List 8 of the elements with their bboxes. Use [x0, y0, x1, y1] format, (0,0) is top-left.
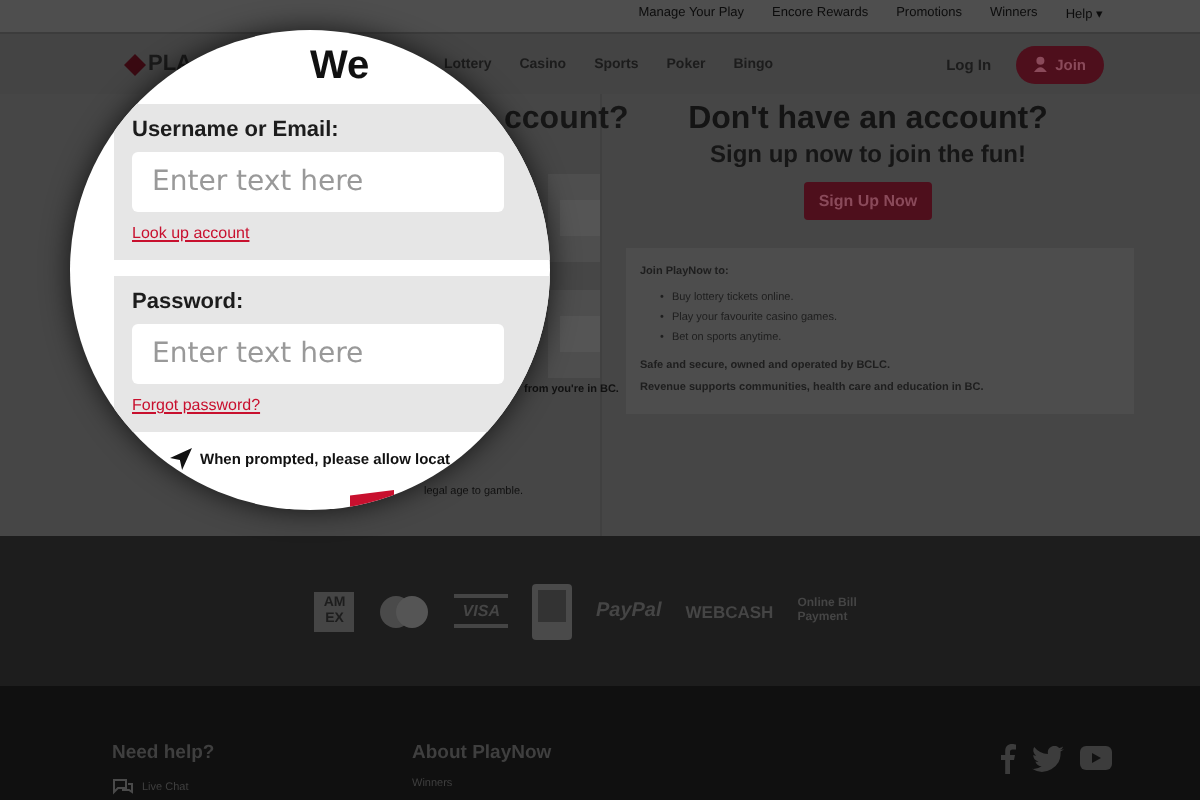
sign-up-button[interactable]: Sign Up Now [804, 182, 932, 220]
text-field[interactable]: Enter text here [132, 152, 504, 212]
text-field[interactable]: Enter text here [132, 324, 504, 384]
form-link[interactable]: Forgot password? [132, 396, 261, 414]
field-label: Username or Email: [132, 118, 339, 142]
field-label: Password: [132, 290, 244, 314]
form-link[interactable]: Look up account [132, 224, 250, 242]
welcome-heading: We [310, 44, 370, 92]
